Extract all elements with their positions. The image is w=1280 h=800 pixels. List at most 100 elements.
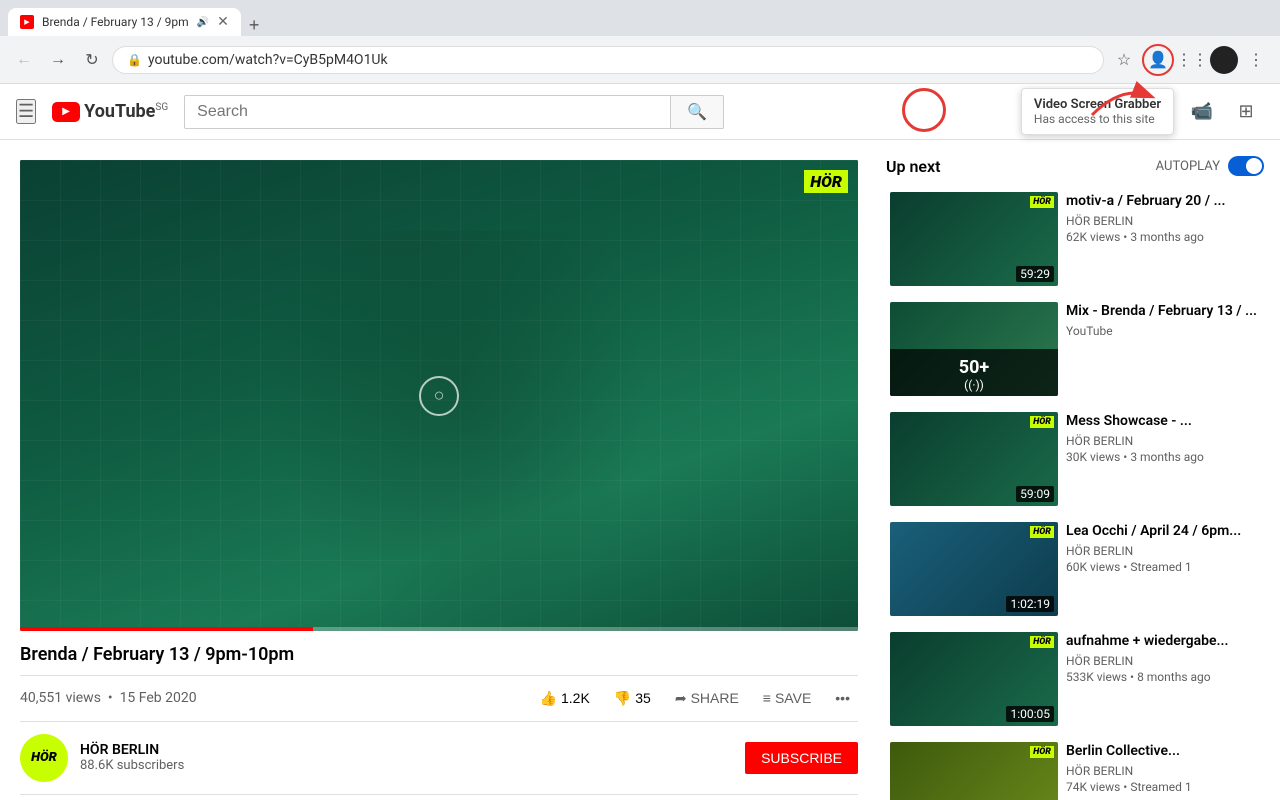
sv-title-6: Berlin Collective... [1066, 742, 1260, 760]
sidebar-video-item-4[interactable]: HÖR 1:02:19 Lea Occhi / April 24 / 6pm..… [886, 518, 1264, 620]
share-icon: ➦ [675, 690, 687, 707]
wave-icon: ((·)) [894, 378, 1054, 392]
video-meta-row: 40,551 views • 15 Feb 2020 👍 1.2K 👎 [20, 675, 858, 722]
channel-info: HÖR BERLIN 88.6K subscribers [80, 742, 745, 773]
video-section: ○ HÖR Brenda / February 13 / 9pm-10pm [0, 140, 878, 800]
sidebar-video-info-2: Mix - Brenda / February 13 / ... YouTube [1066, 302, 1260, 396]
sidebar-thumb-3: HÖR 59:09 [890, 412, 1058, 506]
dislike-button[interactable]: 👎 35 [606, 684, 659, 713]
listeners-count: 50+ [894, 357, 1054, 378]
sv-meta-3: 30K views • 3 months ago [1066, 450, 1260, 464]
save-button[interactable]: ≡ SAVE [755, 684, 819, 712]
hor-badge-4: HÖR [1030, 526, 1054, 538]
sv-youtube-2: YouTube [1066, 324, 1260, 338]
sidebar-video-list: HÖR 59:29 motiv-a / February 20 / ... HÖ… [886, 188, 1264, 800]
sv-meta-4: 60K views • Streamed 1 [1066, 560, 1260, 574]
apps-icon: ⊞ [1238, 101, 1253, 122]
forward-button[interactable]: → [44, 46, 72, 74]
sidebar-video-info-5: aufnahme + wiedergabe... HÖR BERLIN 533K… [1066, 632, 1260, 726]
sv-channel-4: HÖR BERLIN [1066, 544, 1260, 558]
hor-badge-1: HÖR [1030, 196, 1054, 208]
video-player[interactable]: ○ HÖR [20, 160, 858, 631]
up-next-label: Up next [886, 157, 941, 176]
youtube-app: ☰ ▶ YouTubeSG 🔍 📹 ⊞ [0, 84, 1280, 800]
sidebar-video-item[interactable]: HÖR 59:29 motiv-a / February 20 / ... HÖ… [886, 188, 1264, 290]
search-button[interactable]: 🔍 [670, 95, 724, 129]
video-center-icon: ○ [419, 376, 459, 416]
subscribe-button[interactable]: SUBSCRIBE [745, 742, 858, 774]
sv-meta-5: 533K views • 8 months ago [1066, 670, 1260, 684]
new-tab-button[interactable]: + [241, 15, 268, 36]
reload-button[interactable]: ↻ [78, 46, 106, 74]
video-details: Category Music Music in this video SHOW … [20, 795, 858, 800]
tab-title: Brenda / February 13 / 9pm [42, 15, 189, 29]
sv-title-1: motiv-a / February 20 / ... [1066, 192, 1260, 210]
sv-meta-1: 62K views • 3 months ago [1066, 230, 1260, 244]
like-icon: 👍 [540, 690, 557, 707]
browser-actions: ☆ Vid [1110, 44, 1270, 76]
menu-button[interactable]: ⋮ [1242, 46, 1270, 74]
sidebar-video-item-2[interactable]: 50+ ((·)) Mix - Brenda / February 13 / .… [886, 298, 1264, 400]
search-input[interactable] [184, 95, 670, 129]
tooltip-subtitle: Has access to this site [1034, 112, 1161, 126]
dislike-icon: 👎 [614, 690, 631, 707]
sidebar-thumb-6: HÖR 1:04:19 [890, 742, 1058, 800]
upload-icon: 📹 [1191, 101, 1213, 122]
like-button[interactable]: 👍 1.2K [532, 684, 598, 713]
video-title: Brenda / February 13 / 9pm-10pm [20, 643, 858, 666]
autoplay-label: AUTOPLAY [1156, 159, 1220, 174]
youtube-logo[interactable]: ▶ YouTubeSG [52, 101, 168, 122]
apps-button[interactable]: ⊞ [1228, 94, 1264, 130]
sv-meta-6: 74K views • Streamed 1 [1066, 780, 1260, 794]
browser-nav: ← → ↻ 🔒 youtube.com/watch?v=CyB5pM4O1Uk … [0, 36, 1280, 84]
hor-badge-3: HÖR [1030, 416, 1054, 428]
channel-name: HÖR BERLIN [80, 742, 745, 758]
sidebar-video-item-3[interactable]: HÖR 59:09 Mess Showcase - ... HÖR BERLIN… [886, 408, 1264, 510]
sv-channel-6: HÖR BERLIN [1066, 764, 1260, 778]
youtube-country: SG [155, 102, 168, 113]
listeners-badge: 50+ ((·)) [890, 349, 1058, 396]
bookmark-button[interactable]: ☆ [1110, 46, 1138, 74]
active-tab[interactable]: Brenda / February 13 / 9pm 🔊 ✕ [8, 8, 241, 36]
video-progress-bar [20, 627, 858, 631]
autoplay-toggle[interactable] [1228, 156, 1264, 176]
profile-button[interactable] [1210, 46, 1238, 74]
sv-title-2: Mix - Brenda / February 13 / ... [1066, 302, 1260, 320]
sidebar-thumb-2: 50+ ((·)) [890, 302, 1058, 396]
tab-search-button[interactable]: ⋮⋮ [1178, 46, 1206, 74]
sv-title-5: aufnahme + wiedergabe... [1066, 632, 1260, 650]
tooltip-title: Video Screen Grabber [1034, 97, 1161, 112]
address-bar[interactable]: 🔒 youtube.com/watch?v=CyB5pM4O1Uk [112, 46, 1104, 74]
save-icon: ≡ [763, 690, 771, 706]
more-actions-button[interactable]: ••• [827, 684, 858, 712]
sidebar-thumb-4: HÖR 1:02:19 [890, 522, 1058, 616]
sv-title-3: Mess Showcase - ... [1066, 412, 1260, 430]
sidebar-video-item-5[interactable]: HÖR 1:00:05 aufnahme + wiedergabe... HÖR… [886, 628, 1264, 730]
video-overlay: ○ [20, 160, 858, 631]
sidebar-video-item-6[interactable]: HÖR 1:04:19 Berlin Collective... HÖR BER… [886, 738, 1264, 800]
video-info: Brenda / February 13 / 9pm-10pm 40,551 v… [20, 631, 858, 800]
hor-badge-5: HÖR [1030, 636, 1054, 648]
upload-button[interactable]: 📹 [1184, 94, 1220, 130]
tab-audio-icon: 🔊 [197, 17, 209, 28]
hamburger-menu[interactable]: ☰ [16, 99, 36, 124]
share-button[interactable]: ➦ SHARE [667, 684, 747, 713]
video-progress-fill [20, 627, 313, 631]
video-actions: 👍 1.2K 👎 35 ➦ SHARE [532, 684, 858, 713]
channel-logo: HÖR [20, 734, 68, 782]
channel-subs: 88.6K subscribers [80, 758, 745, 773]
hor-watermark: HÖR [804, 170, 848, 193]
youtube-logo-text: YouTubeSG [84, 101, 168, 122]
video-screen-grabber-button[interactable] [1142, 44, 1174, 76]
extension-tooltip: Video Screen Grabber Has access to this … [1021, 88, 1174, 135]
browser-window: Brenda / February 13 / 9pm 🔊 ✕ + ← → ↻ 🔒… [0, 0, 1280, 800]
back-button[interactable]: ← [10, 46, 38, 74]
sidebar: Up next AUTOPLAY HÖR 59:29 [878, 140, 1280, 800]
sidebar-thumb-1: HÖR 59:29 [890, 192, 1058, 286]
main-content: ○ HÖR Brenda / February 13 / 9pm-10pm [0, 140, 1280, 800]
sidebar-thumb-5: HÖR 1:00:05 [890, 632, 1058, 726]
extension-area: Video Screen Grabber Has access to this … [1142, 44, 1174, 76]
autoplay-row: AUTOPLAY [1156, 156, 1264, 176]
video-views-date: 40,551 views • 15 Feb 2020 [20, 690, 197, 706]
tab-close-button[interactable]: ✕ [217, 14, 229, 30]
